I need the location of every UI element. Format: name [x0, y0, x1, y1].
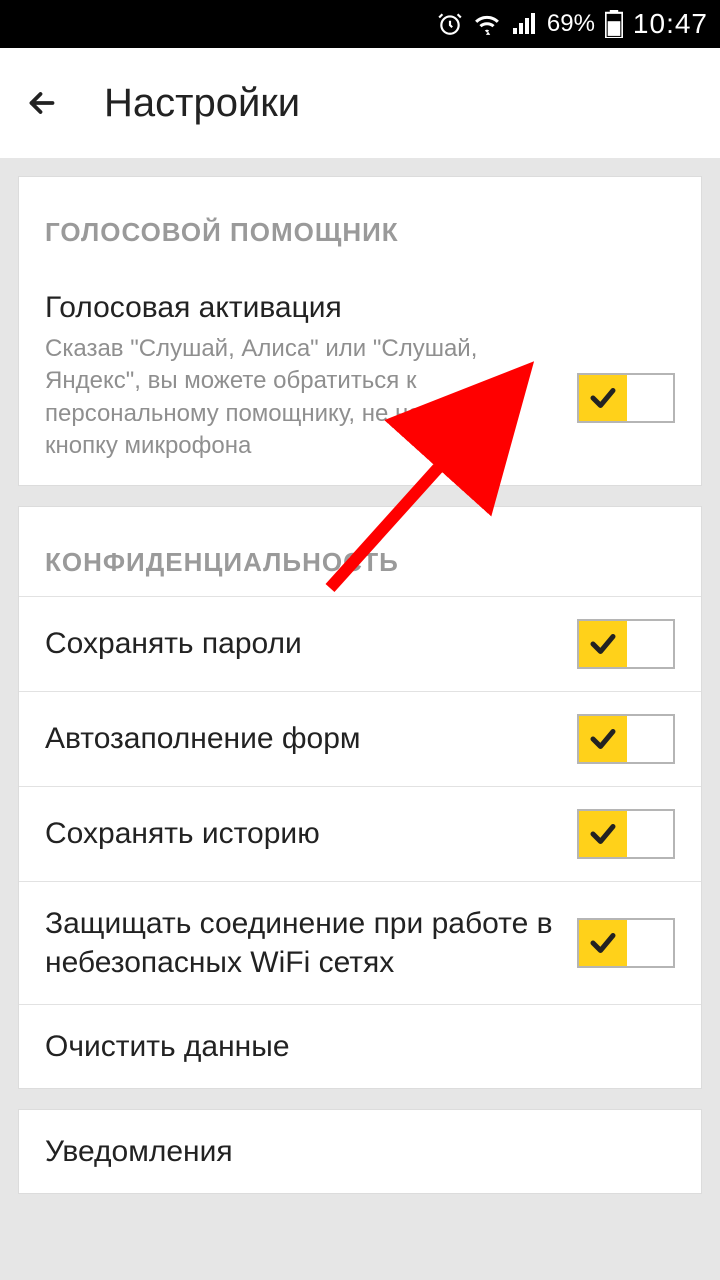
status-bar: 69% 10:47 [0, 0, 720, 48]
voice-activation-row[interactable]: Сказав "Слушай, Алиса" или "Слушай, Янде… [19, 333, 701, 485]
autofill-toggle[interactable] [577, 714, 675, 764]
save-history-toggle[interactable] [577, 809, 675, 859]
battery-icon [605, 10, 623, 38]
protect-wifi-row[interactable]: Защищать соединение при работе в небезоп… [19, 881, 701, 1004]
voice-activation-title: Голосовая активация [45, 288, 675, 327]
autofill-label: Автозаполнение форм [45, 719, 557, 758]
autofill-row[interactable]: Автозаполнение форм [19, 691, 701, 786]
settings-page: ГОЛОСОВОЙ ПОМОЩНИК Голосовая активация С… [0, 158, 720, 1212]
voice-section-header: ГОЛОСОВОЙ ПОМОЩНИК [19, 177, 701, 266]
voice-activation-toggle[interactable] [577, 373, 675, 423]
voice-activation-title-row: Голосовая активация [19, 266, 701, 333]
clear-data-label: Очистить данные [45, 1027, 675, 1066]
protect-wifi-toggle[interactable] [577, 918, 675, 968]
protect-wifi-label: Защищать соединение при работе в небезоп… [45, 904, 557, 982]
privacy-section-header: КОНФИДЕНЦИАЛЬНОСТЬ [19, 507, 701, 596]
notifications-row[interactable]: Уведомления [19, 1110, 701, 1193]
notifications-label: Уведомления [45, 1132, 675, 1171]
app-header: Настройки [0, 48, 720, 158]
wifi-icon [473, 11, 501, 37]
save-history-row[interactable]: Сохранять историю [19, 786, 701, 881]
privacy-card: КОНФИДЕНЦИАЛЬНОСТЬ Сохранять пароли Авто… [18, 506, 702, 1089]
save-passwords-label: Сохранять пароли [45, 624, 557, 663]
voice-assistant-card: ГОЛОСОВОЙ ПОМОЩНИК Голосовая активация С… [18, 176, 702, 486]
voice-activation-desc: Сказав "Слушай, Алиса" или "Слушай, Янде… [45, 333, 557, 463]
save-passwords-toggle[interactable] [577, 619, 675, 669]
save-passwords-row[interactable]: Сохранять пароли [19, 596, 701, 691]
clock-time: 10:47 [633, 8, 708, 40]
notifications-card: Уведомления [18, 1109, 702, 1194]
save-history-label: Сохранять историю [45, 814, 557, 853]
clear-data-row[interactable]: Очистить данные [19, 1004, 701, 1088]
battery-percent: 69% [547, 10, 595, 38]
signal-icon [511, 12, 537, 36]
back-button[interactable] [20, 81, 64, 125]
alarm-icon [437, 11, 463, 37]
page-title: Настройки [104, 81, 300, 126]
